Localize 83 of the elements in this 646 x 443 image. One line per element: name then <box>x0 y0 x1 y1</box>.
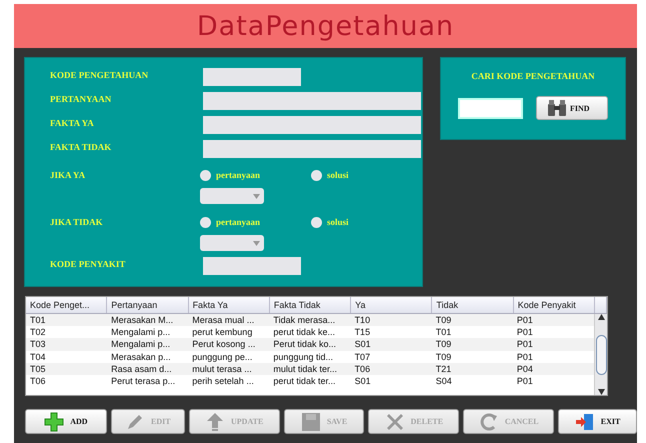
table-cell-text: P01 <box>516 326 534 338</box>
column-header[interactable]: Pertanyaan <box>107 297 189 313</box>
input-field[interactable] <box>203 68 301 86</box>
table-cell-text: T01 <box>434 326 452 338</box>
table-cell-text: T21 <box>434 362 452 375</box>
panel-title: CARI KODE PENGETAHUAN <box>471 71 595 81</box>
table-cell-text: S01 <box>354 338 372 351</box>
table-cell-text: T09 <box>434 314 452 326</box>
plus-icon <box>44 412 64 432</box>
table-cell-text: perut kembung <box>191 326 254 338</box>
scrollbar[interactable] <box>594 314 607 395</box>
table-cell-text: P01 <box>516 314 534 326</box>
circular-arrow-icon <box>478 412 499 432</box>
column-header[interactable]: Kode Penyakit <box>514 297 595 313</box>
table-cell-text: T15 <box>354 326 372 338</box>
column-header[interactable]: Tidak <box>432 297 514 313</box>
table-cell-text: perut tidak ter... <box>272 374 336 388</box>
window-title: DataPengetahuan <box>196 10 454 42</box>
exit-button[interactable]: EXIT <box>558 409 637 434</box>
dropdown[interactable] <box>200 235 264 251</box>
up-arrow-icon <box>205 412 225 432</box>
field-label: KODE PENGETAHUAN <box>50 69 150 80</box>
table-cell-text: Perut terasa p... <box>110 374 176 388</box>
caret-icon <box>253 194 260 198</box>
table-cell-text: T01 <box>29 314 47 326</box>
door-arrow-icon <box>574 412 595 432</box>
table-cell-text: T06 <box>354 362 372 375</box>
table-cell-text: Merasa mual ... <box>191 314 256 326</box>
add-button[interactable]: ADD <box>25 409 107 434</box>
input-field[interactable] <box>203 140 421 158</box>
table-cell-text: S01 <box>354 374 372 388</box>
field-label: KODE PENYAKIT <box>50 258 126 269</box>
column-header[interactable]: Ya <box>351 297 432 313</box>
table-cell-text: S04 <box>434 374 453 388</box>
table-cell-text: T09 <box>434 338 452 351</box>
column-header[interactable]: Kode Penget... <box>26 297 108 313</box>
radio-button[interactable] <box>200 170 211 180</box>
table-cell-text: perut tidak ke... <box>272 326 336 338</box>
radio-button[interactable] <box>311 216 322 228</box>
input-field[interactable] <box>203 257 301 275</box>
table-cell-text: Tidak merasa... <box>272 314 336 326</box>
column-header[interactable]: Fakta Tidak <box>270 297 352 313</box>
table-cell-text: T09 <box>434 350 452 363</box>
table-cell-text: P04 <box>516 362 534 375</box>
table-cell-text: punggung tid... <box>272 350 334 363</box>
input-field[interactable] <box>203 92 421 110</box>
search-field[interactable] <box>458 98 523 118</box>
radio-button[interactable] <box>200 216 211 228</box>
table-cell-text: Perut tidak ko... <box>272 338 337 351</box>
table-cell-text: mulut terasa ... <box>191 362 253 375</box>
table-cell-text: Perut kosong ... <box>191 338 256 351</box>
table-cell-text: P01 <box>516 350 534 363</box>
scroll-down-icon <box>598 389 604 395</box>
field-label: JIKA YA <box>50 169 86 180</box>
dropdown[interactable] <box>200 188 264 204</box>
table-cell-text: Merasakan p... <box>110 350 172 363</box>
field-label: FAKTA YA <box>50 117 95 128</box>
binoculars-icon <box>547 99 567 117</box>
table-cell-text: T10 <box>354 314 372 326</box>
table-cell-text: mulut tidak ter... <box>272 362 338 375</box>
table-cell-text: T02 <box>29 326 47 338</box>
table-cell-text: T03 <box>29 338 47 351</box>
field-label: FAKTA TIDAK <box>50 141 112 152</box>
table-cell-text: T05 <box>29 362 47 375</box>
table-cell-text: Rasa asam d... <box>110 362 173 375</box>
table-cell-text: perih setelah ... <box>191 374 255 388</box>
find-button[interactable]: FIND <box>536 96 608 120</box>
table-cell-text: punggung pe... <box>191 350 254 363</box>
table-cell-text: P01 <box>516 374 534 388</box>
field-label: PERTANYAAN <box>50 93 112 104</box>
table-cell-text: Merasakan M... <box>110 314 174 326</box>
radio-button[interactable] <box>311 170 322 180</box>
table-cell-text: Mengalami p... <box>110 338 172 351</box>
column-header[interactable]: Fakta Ya <box>188 297 270 313</box>
table-cell-text: P01 <box>516 338 534 351</box>
x-icon <box>384 412 405 432</box>
table-cell-text: Mengalami p... <box>110 326 172 338</box>
field-label: JIKA TIDAK <box>50 216 104 227</box>
input-field[interactable] <box>203 116 421 134</box>
table-cell-text: T07 <box>354 350 372 363</box>
caret-icon <box>253 240 260 246</box>
table-cell-text: T04 <box>29 350 47 363</box>
table-cell-text: T06 <box>29 374 47 388</box>
